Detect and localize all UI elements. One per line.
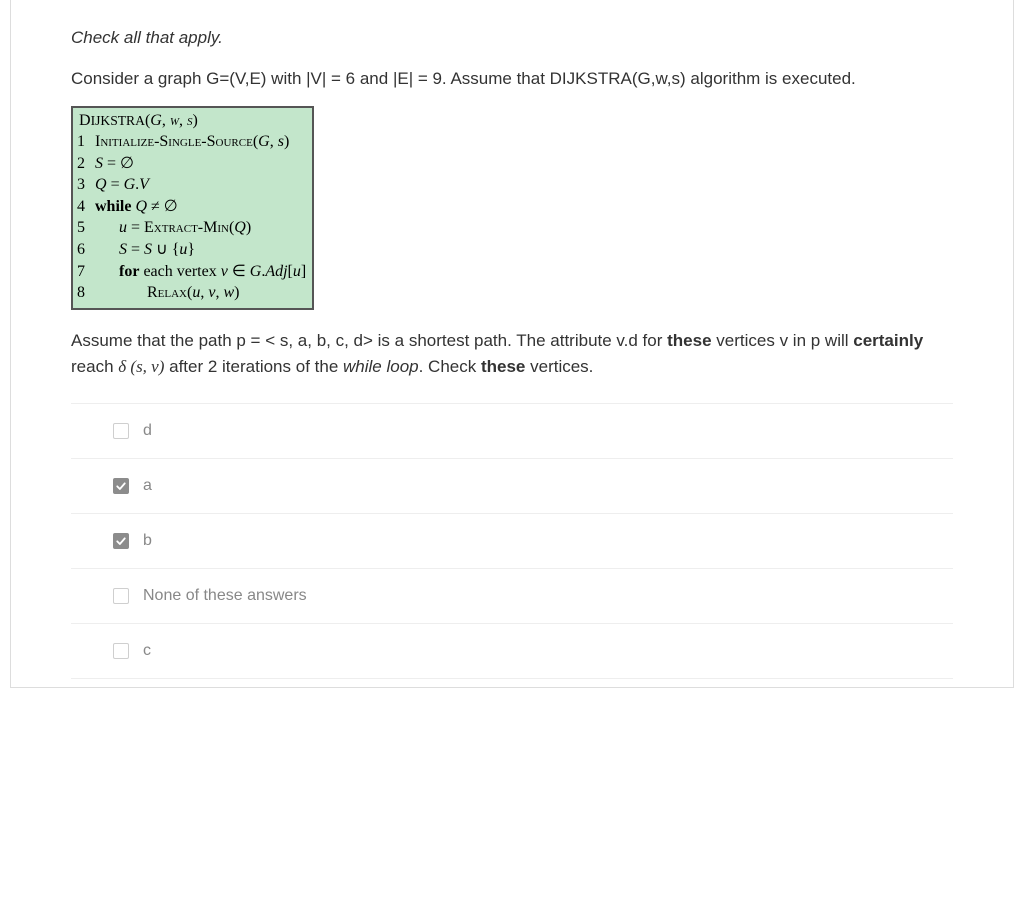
- answer-option-d[interactable]: d: [71, 404, 953, 459]
- answer-list: d a b None of these answers c: [71, 403, 953, 679]
- pseudocode-line: 6 S = S ∪ {u}: [77, 239, 306, 261]
- pseudocode-line: 4while Q ≠ ∅: [77, 196, 306, 218]
- pseudocode-line: 3Q = G.V: [77, 174, 306, 196]
- answer-label: None of these answers: [143, 587, 307, 605]
- answer-option-b[interactable]: b: [71, 514, 953, 569]
- pseudocode-line: 8 Relax(u, v, w): [77, 282, 306, 304]
- answer-label: a: [143, 477, 152, 495]
- checkbox[interactable]: [113, 423, 129, 439]
- pseudocode-header: DIJKSTRA(G, w, s): [77, 110, 306, 132]
- instruction-text: Check all that apply.: [71, 28, 953, 48]
- pseudocode-lines: 1Initialize-Single-Source(G, s)2S = ∅3Q …: [77, 131, 306, 304]
- prompt-text: Consider a graph G=(V,E) with |V| = 6 an…: [71, 66, 953, 92]
- pseudocode-line: 5 u = Extract-Min(Q): [77, 217, 306, 239]
- answer-label: d: [143, 422, 152, 440]
- pseudocode-line: 2S = ∅: [77, 153, 306, 175]
- check-icon: [115, 480, 127, 492]
- answer-option-a[interactable]: a: [71, 459, 953, 514]
- checkbox[interactable]: [113, 533, 129, 549]
- pseudocode-line: 7 for each vertex v ∈ G.Adj[u]: [77, 261, 306, 283]
- pseudocode-box: DIJKSTRA(G, w, s) 1Initialize-Single-Sou…: [71, 106, 314, 310]
- pseudocode-line: 1Initialize-Single-Source(G, s): [77, 131, 306, 153]
- answer-option-none[interactable]: None of these answers: [71, 569, 953, 624]
- checkbox[interactable]: [113, 643, 129, 659]
- answer-option-c[interactable]: c: [71, 624, 953, 679]
- answer-label: b: [143, 532, 152, 550]
- answer-label: c: [143, 642, 151, 660]
- check-icon: [115, 535, 127, 547]
- checkbox[interactable]: [113, 588, 129, 604]
- checkbox[interactable]: [113, 478, 129, 494]
- question-text: Assume that the path p = < s, a, b, c, d…: [71, 328, 953, 381]
- question-card: Check all that apply. Consider a graph G…: [10, 0, 1014, 688]
